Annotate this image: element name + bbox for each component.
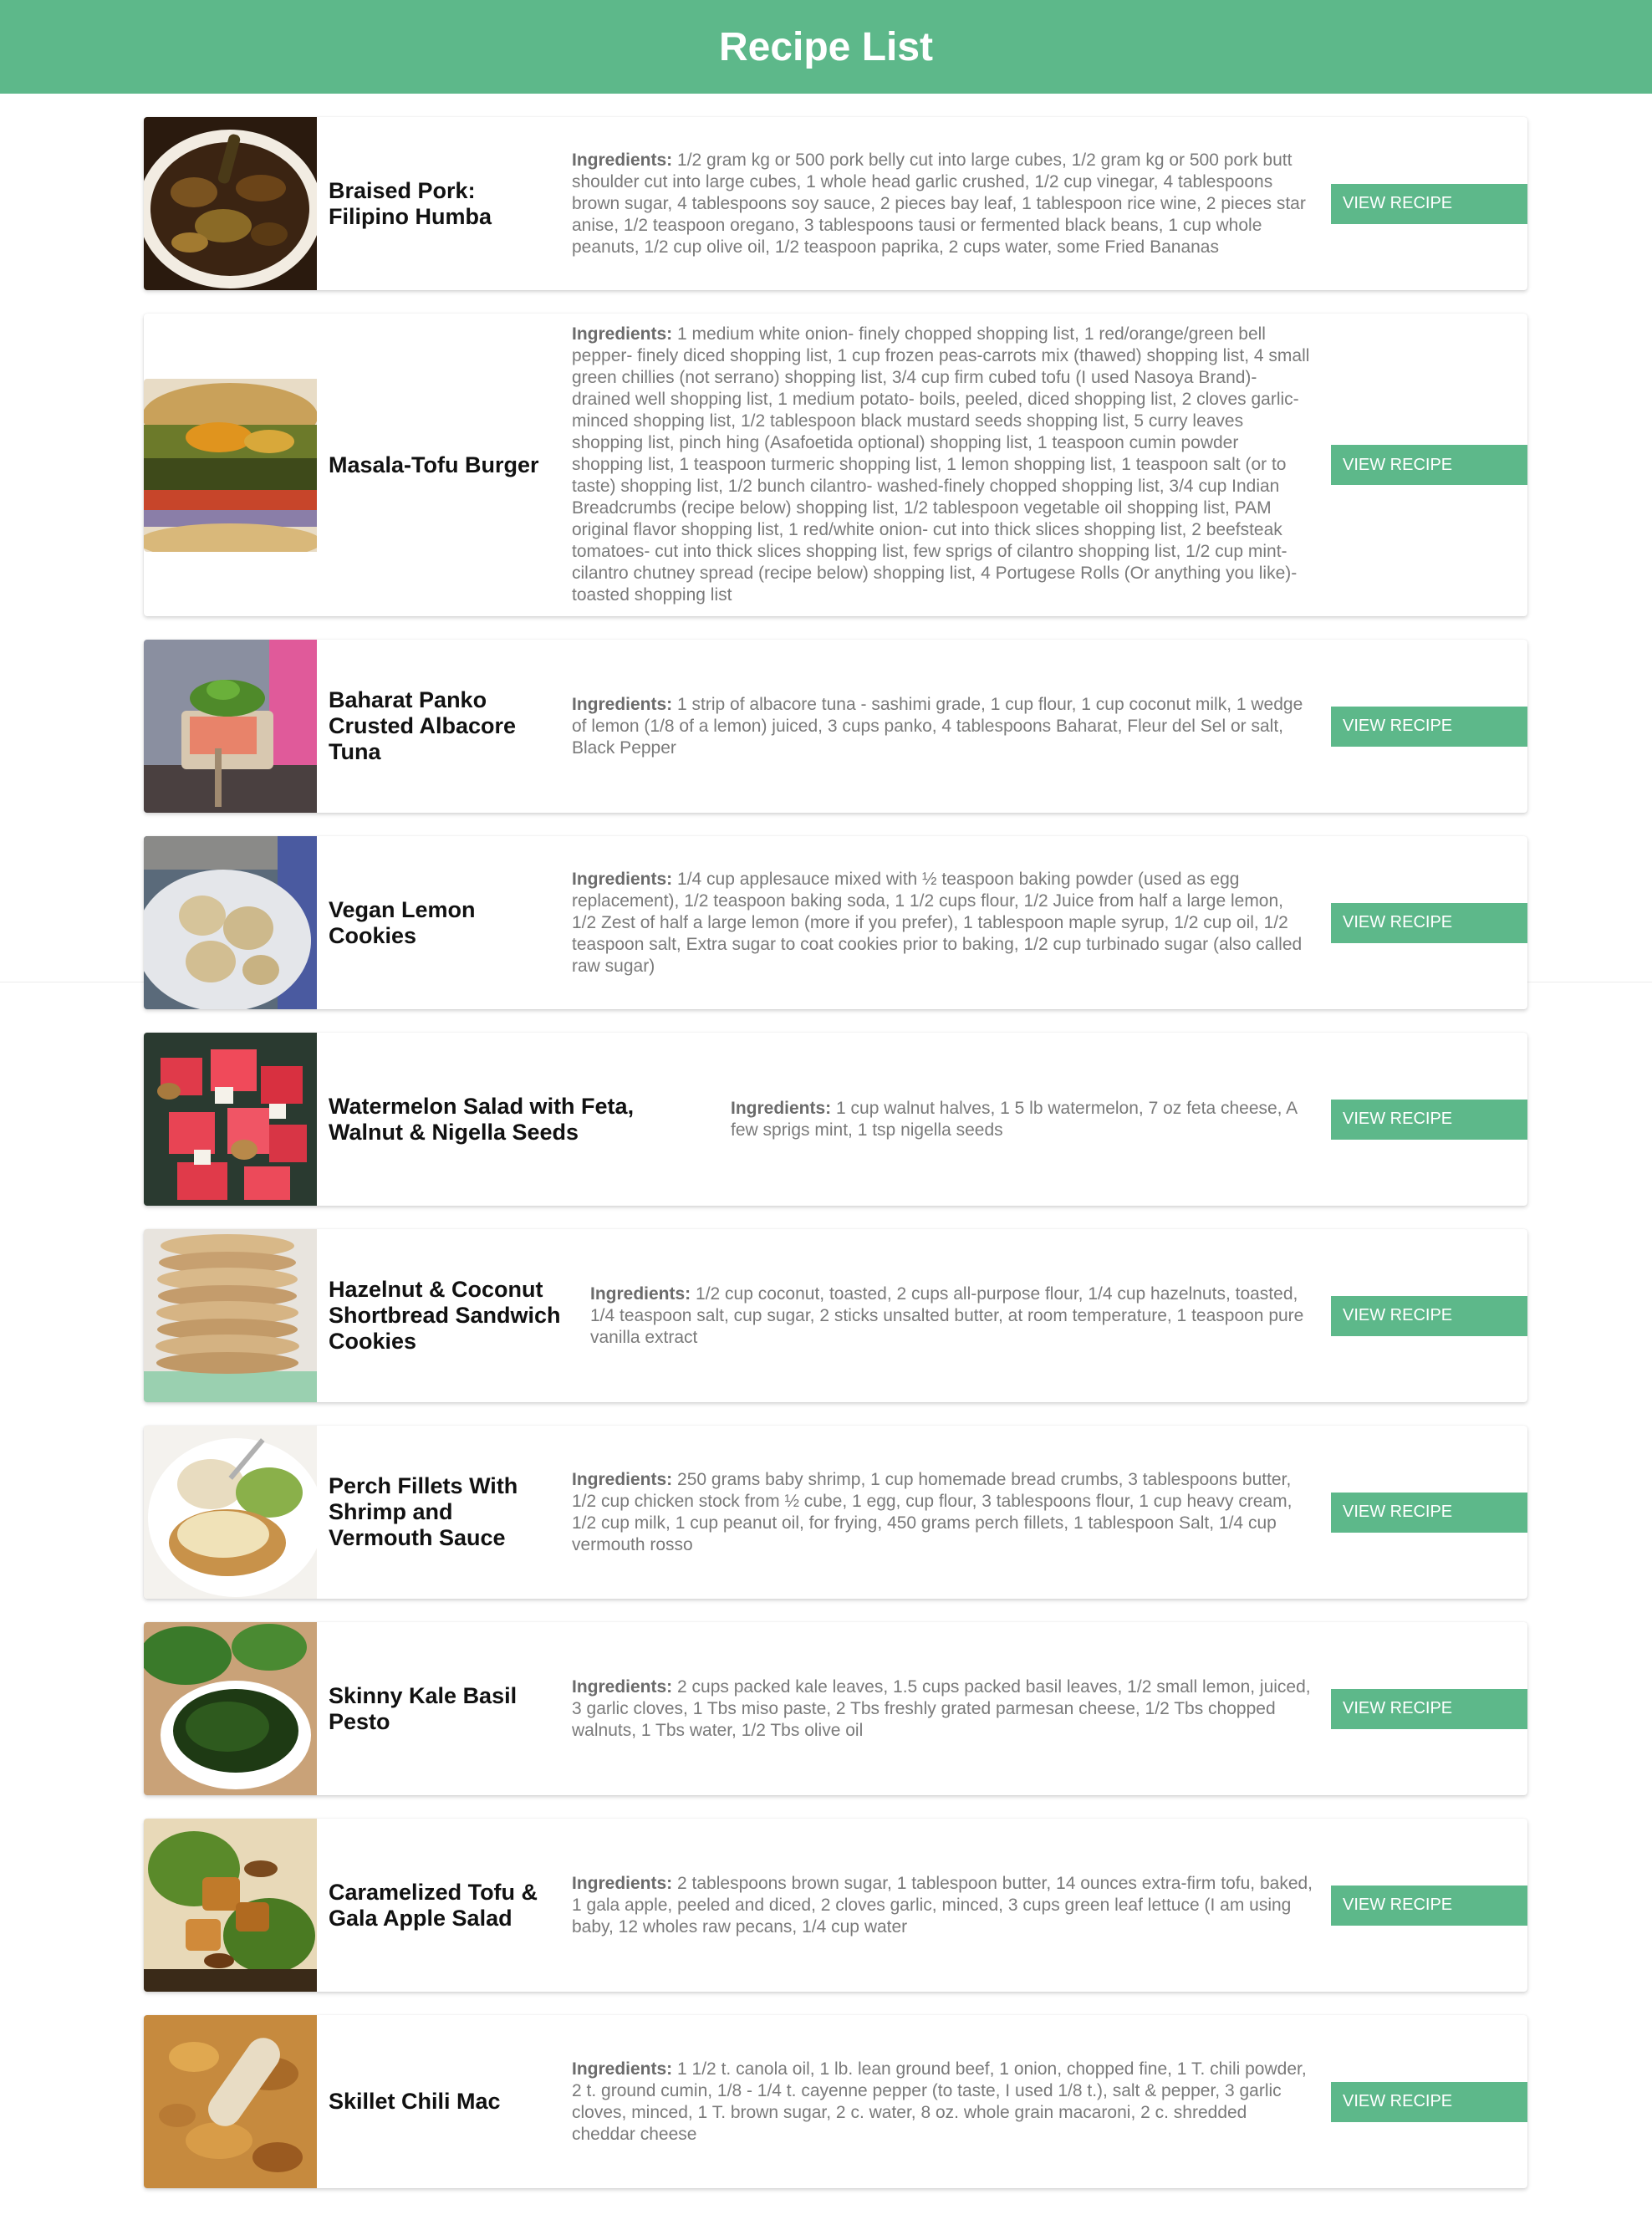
recipe-image-vegan-lemon-cookies bbox=[144, 836, 317, 1009]
ingredients-text: 2 cups packed kale leaves, 1.5 cups pack… bbox=[572, 1676, 1311, 1740]
recipe-image-chili-mac bbox=[144, 2015, 317, 2188]
ingredients-text: 1/2 cup coconut, toasted, 2 cups all-pur… bbox=[590, 1283, 1304, 1347]
view-recipe-button[interactable]: VIEW RECIPE bbox=[1331, 902, 1527, 943]
recipe-card: Skillet Chili Mac Ingredients: 1 1/2 t. … bbox=[144, 2015, 1527, 2188]
recipe-image-hazelnut-cookies bbox=[144, 1229, 317, 1402]
view-recipe-button[interactable]: VIEW RECIPE bbox=[1331, 1688, 1527, 1729]
ingredients-text: 2 tablespoons brown sugar, 1 tablespoon … bbox=[572, 1873, 1313, 1937]
recipe-image-kale-pesto bbox=[144, 1622, 317, 1795]
recipe-ingredients: Ingredients: 1 medium white onion- finel… bbox=[572, 324, 1331, 606]
recipe-card: Caramelized Tofu & Gala Apple Salad Ingr… bbox=[144, 1819, 1527, 1992]
recipe-title[interactable]: Skillet Chili Mac bbox=[317, 2089, 572, 2115]
recipe-title[interactable]: Masala-Tofu Burger bbox=[317, 452, 572, 478]
ingredients-text: 1 strip of albacore tuna - sashimi grade… bbox=[572, 694, 1303, 758]
recipe-title[interactable]: Skinny Kale Basil Pesto bbox=[317, 1683, 572, 1735]
view-recipe-button[interactable]: VIEW RECIPE bbox=[1331, 706, 1527, 747]
recipe-card: Masala-Tofu Burger Ingredients: 1 medium… bbox=[144, 314, 1527, 616]
recipe-title[interactable]: Caramelized Tofu & Gala Apple Salad bbox=[317, 1880, 572, 1931]
ingredients-label: Ingredients: bbox=[572, 324, 673, 344]
view-recipe-button[interactable]: VIEW RECIPE bbox=[1331, 1099, 1527, 1140]
recipe-card: Baharat Panko Crusted Albacore Tuna Ingr… bbox=[144, 640, 1527, 813]
page-title: Recipe List bbox=[718, 24, 934, 69]
ingredients-label: Ingredients: bbox=[572, 869, 673, 889]
ingredients-label: Ingredients: bbox=[572, 1676, 673, 1697]
recipe-ingredients: Ingredients: 2 tablespoons brown sugar, … bbox=[572, 1873, 1331, 1938]
recipe-image-braised-pork bbox=[144, 117, 317, 290]
recipe-ingredients: Ingredients: 1/2 cup coconut, toasted, 2… bbox=[590, 1283, 1331, 1349]
recipe-title[interactable]: Baharat Panko Crusted Albacore Tuna bbox=[317, 687, 572, 765]
ingredients-text: 1/4 cup applesauce mixed with ½ teaspoon… bbox=[572, 869, 1303, 976]
recipe-image-watermelon-salad bbox=[144, 1033, 317, 1206]
view-recipe-button[interactable]: VIEW RECIPE bbox=[1331, 183, 1527, 224]
view-recipe-button[interactable]: VIEW RECIPE bbox=[1331, 1295, 1527, 1336]
recipe-title[interactable]: Watermelon Salad with Feta, Walnut & Nig… bbox=[317, 1094, 731, 1146]
recipe-image-caramelized-tofu bbox=[144, 1819, 317, 1992]
recipe-ingredients: Ingredients: 1 1/2 t. canola oil, 1 lb. … bbox=[572, 2059, 1331, 2146]
recipe-image-perch-fillets bbox=[144, 1426, 317, 1599]
ingredients-label: Ingredients: bbox=[572, 1469, 673, 1489]
ingredients-label: Ingredients: bbox=[572, 2059, 673, 2079]
view-recipe-button[interactable]: VIEW RECIPE bbox=[1331, 1885, 1527, 1926]
view-recipe-button[interactable]: VIEW RECIPE bbox=[1331, 1492, 1527, 1533]
view-recipe-button[interactable]: VIEW RECIPE bbox=[1331, 2081, 1527, 2122]
recipe-ingredients: Ingredients: 1 strip of albacore tuna - … bbox=[572, 694, 1331, 759]
ingredients-label: Ingredients: bbox=[590, 1283, 691, 1304]
recipe-ingredients: Ingredients: 2 cups packed kale leaves, … bbox=[572, 1676, 1331, 1742]
recipe-card: Braised Pork: Filipino Humba Ingredients… bbox=[144, 117, 1527, 290]
recipe-ingredients: Ingredients: 250 grams baby shrimp, 1 cu… bbox=[572, 1469, 1331, 1556]
recipe-title[interactable]: Vegan Lemon Cookies bbox=[317, 897, 572, 949]
recipe-title[interactable]: Perch Fillets With Shrimp and Vermouth S… bbox=[317, 1473, 572, 1551]
recipe-card: Vegan Lemon Cookies Ingredients: 1/4 cup… bbox=[144, 836, 1527, 1009]
view-recipe-button[interactable]: VIEW RECIPE bbox=[1331, 445, 1527, 485]
ingredients-text: 1 1/2 t. canola oil, 1 lb. lean ground b… bbox=[572, 2059, 1307, 2144]
ingredients-label: Ingredients: bbox=[572, 1873, 673, 1893]
ingredients-label: Ingredients: bbox=[572, 694, 673, 714]
recipe-card: Skinny Kale Basil Pesto Ingredients: 2 c… bbox=[144, 1622, 1527, 1795]
recipe-card: Perch Fillets With Shrimp and Vermouth S… bbox=[144, 1426, 1527, 1599]
recipe-ingredients: Ingredients: 1/4 cup applesauce mixed wi… bbox=[572, 869, 1331, 977]
ingredients-text: 250 grams baby shrimp, 1 cup homemade br… bbox=[572, 1469, 1293, 1554]
recipe-title[interactable]: Hazelnut & Coconut Shortbread Sandwich C… bbox=[317, 1277, 590, 1355]
recipe-card: Watermelon Salad with Feta, Walnut & Nig… bbox=[144, 1033, 1527, 1206]
recipe-ingredients: Ingredients: 1/2 gram kg or 500 pork bel… bbox=[572, 150, 1331, 258]
ingredients-label: Ingredients: bbox=[731, 1098, 832, 1118]
recipe-ingredients: Ingredients: 1 cup walnut halves, 1 5 lb… bbox=[731, 1098, 1331, 1141]
recipe-image-baharat-tuna bbox=[144, 640, 317, 813]
recipe-title[interactable]: Braised Pork: Filipino Humba bbox=[317, 178, 572, 230]
page-header: Recipe List bbox=[0, 0, 1652, 94]
ingredients-text: 1/2 gram kg or 500 pork belly cut into l… bbox=[572, 150, 1306, 257]
recipe-card: Hazelnut & Coconut Shortbread Sandwich C… bbox=[144, 1229, 1527, 1402]
recipe-image-masala-tofu-burger bbox=[144, 378, 317, 552]
ingredients-text: 1 medium white onion- finely chopped sho… bbox=[572, 324, 1310, 605]
ingredients-label: Ingredients: bbox=[572, 150, 673, 170]
